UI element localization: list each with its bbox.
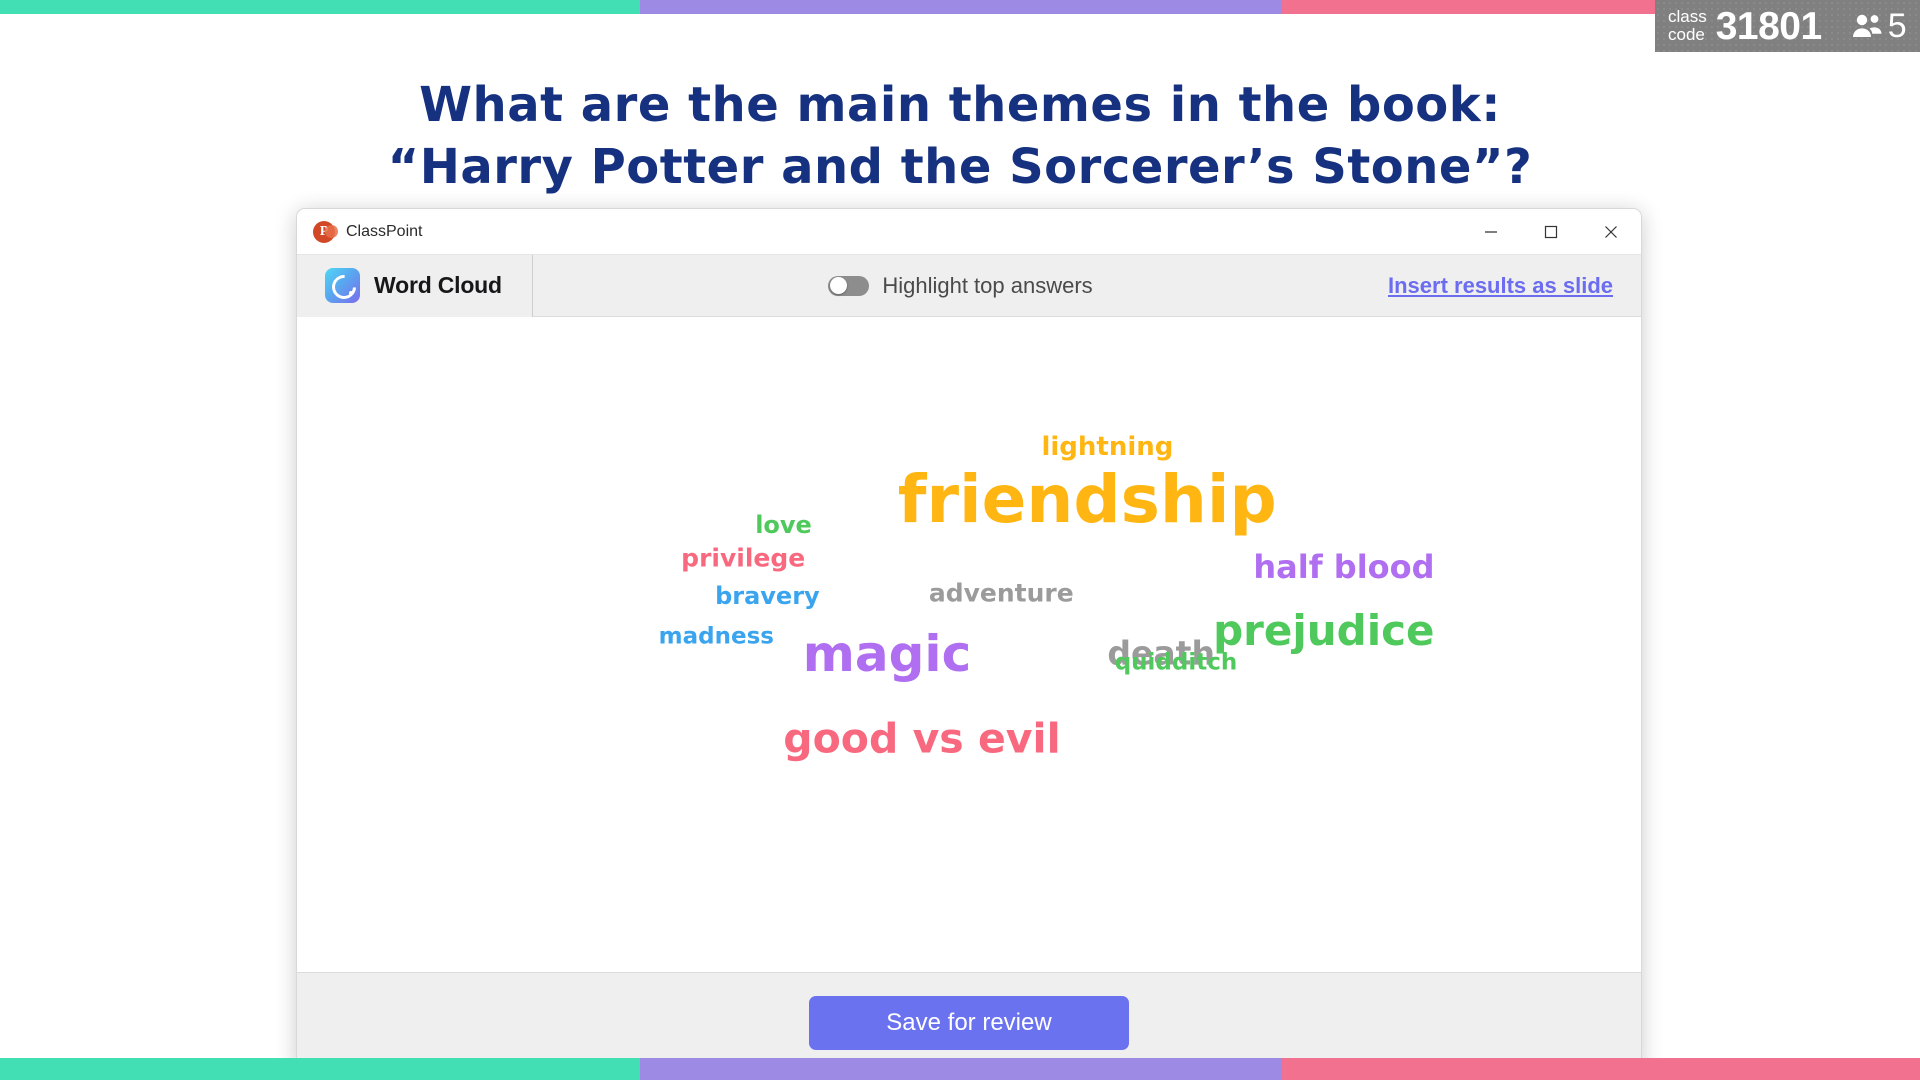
wordcloud-word: half blood bbox=[1253, 547, 1435, 586]
window-title: ClassPoint bbox=[346, 222, 423, 240]
activity-toolbar: Word Cloud Highlight top answers Insert … bbox=[297, 254, 1641, 317]
highlight-top-answers-label: Highlight top answers bbox=[882, 272, 1093, 298]
toggle-knob bbox=[829, 277, 847, 294]
insert-results-as-slide-link[interactable]: Insert results as slide bbox=[1388, 273, 1613, 299]
save-for-review-button[interactable]: Save for review bbox=[809, 995, 1129, 1050]
wordcloud-word: good vs evil bbox=[783, 714, 1061, 763]
people-icon bbox=[1852, 14, 1882, 37]
wordcloud-word: prejudice bbox=[1213, 606, 1435, 656]
wordcloud: friendship magic prejudice good vs evil half… bbox=[297, 317, 1641, 972]
maximize-icon bbox=[1544, 225, 1558, 238]
window-controls bbox=[1461, 209, 1641, 255]
wordcloud-word: adventure bbox=[928, 578, 1074, 608]
highlight-top-answers-toggle[interactable] bbox=[828, 275, 870, 296]
top-color-bar bbox=[0, 0, 1920, 14]
question-line-1: What are the main themes in the book: bbox=[419, 77, 1501, 133]
bottom-bar-segment-purple bbox=[640, 1058, 1282, 1080]
window-footer: Save for review bbox=[297, 972, 1641, 1072]
wordcloud-word: lightning bbox=[1041, 432, 1174, 463]
minimize-button[interactable] bbox=[1461, 209, 1521, 255]
participant-count: 5 bbox=[1887, 7, 1907, 45]
wordcloud-panel: friendship magic prejudice good vs evil half… bbox=[297, 317, 1641, 972]
bottom-color-bar bbox=[0, 1058, 1920, 1080]
wordcloud-word: privilege bbox=[681, 543, 806, 573]
page-title: What are the main themes in the book: “H… bbox=[0, 74, 1920, 198]
participant-counter: 5 bbox=[1851, 9, 1907, 43]
minimize-icon bbox=[1485, 230, 1497, 233]
classpoint-logo-icon bbox=[325, 268, 360, 303]
wordcloud-word: madness bbox=[658, 623, 774, 650]
highlight-toggle-group[interactable]: Highlight top answers bbox=[533, 273, 1388, 299]
classpoint-window: P ClassPoint Word Cloud Highlight top an… bbox=[296, 208, 1642, 1073]
class-code-label-line1: class bbox=[1668, 7, 1707, 26]
activity-type-label: Word Cloud bbox=[374, 272, 502, 298]
wordcloud-word: quidditch bbox=[1114, 649, 1238, 676]
slide-canvas: class code 31801 5 What are the main the… bbox=[0, 0, 1920, 1080]
close-icon bbox=[1605, 225, 1617, 238]
class-code-label-line2: code bbox=[1668, 25, 1705, 44]
close-button[interactable] bbox=[1581, 209, 1641, 255]
bottom-bar-segment-teal bbox=[0, 1058, 640, 1080]
wordcloud-word: friendship bbox=[897, 461, 1277, 539]
wordcloud-word: love bbox=[755, 511, 812, 540]
bottom-bar-segment-pink bbox=[1282, 1058, 1920, 1080]
activity-type-group: Word Cloud bbox=[297, 254, 533, 317]
top-bar-segment-teal bbox=[0, 0, 640, 14]
class-code-value: 31801 bbox=[1715, 4, 1822, 48]
class-code-label: class code bbox=[1668, 8, 1707, 44]
top-bar-segment-purple bbox=[640, 0, 1282, 14]
question-line-2: “Harry Potter and the Sorcerer’s Stone”? bbox=[387, 139, 1533, 195]
class-code-badge: class code 31801 5 bbox=[1655, 0, 1920, 52]
powerpoint-icon: P bbox=[313, 220, 338, 243]
wordcloud-word: magic bbox=[802, 625, 972, 684]
wordcloud-word: bravery bbox=[715, 582, 820, 611]
maximize-button[interactable] bbox=[1521, 209, 1581, 255]
window-titlebar[interactable]: P ClassPoint bbox=[297, 209, 1641, 255]
